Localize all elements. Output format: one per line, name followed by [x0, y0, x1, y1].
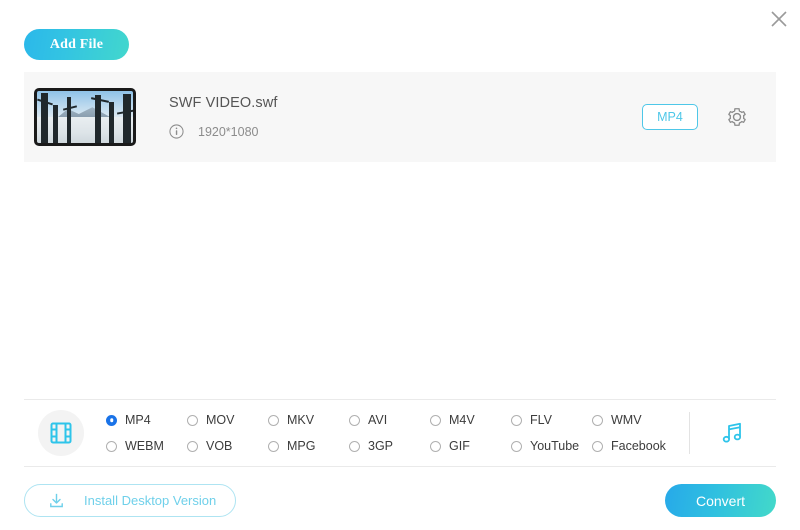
format-option-3gp[interactable]: 3GP — [349, 439, 430, 453]
format-option-youtube[interactable]: YouTube — [511, 439, 592, 453]
format-radio-grid: MP4 MOV MKV AVI M4V FLV — [106, 407, 689, 459]
audio-formats-tab[interactable] — [712, 413, 752, 453]
radio-button[interactable] — [106, 415, 117, 426]
radio-button[interactable] — [592, 415, 603, 426]
radio-button[interactable] — [268, 441, 279, 452]
format-option-m4v[interactable]: M4V — [430, 413, 511, 427]
thumbnail-tree — [67, 97, 71, 143]
file-details: SWF VIDEO.swf 1920*1080 — [169, 95, 642, 139]
format-option-avi[interactable]: AVI — [349, 413, 430, 427]
radio-button[interactable] — [430, 441, 441, 452]
format-option-label: Facebook — [611, 439, 666, 453]
thumbnail-tree — [123, 94, 131, 143]
radio-button[interactable] — [511, 441, 522, 452]
video-formats-tab[interactable] — [38, 410, 84, 456]
format-option-label: FLV — [530, 413, 552, 427]
format-option-mpg[interactable]: MPG — [268, 439, 349, 453]
gear-icon — [726, 106, 748, 128]
radio-button[interactable] — [268, 415, 279, 426]
radio-button[interactable] — [511, 415, 522, 426]
format-option-label: MPG — [287, 439, 315, 453]
radio-button[interactable] — [187, 441, 198, 452]
radio-button[interactable] — [106, 441, 117, 452]
format-option-mkv[interactable]: MKV — [268, 413, 349, 427]
film-strip-icon — [48, 420, 74, 446]
add-file-button[interactable]: Add File — [24, 29, 129, 60]
format-option-label: GIF — [449, 439, 470, 453]
format-option-label: VOB — [206, 439, 232, 453]
radio-button[interactable] — [349, 441, 360, 452]
format-option-gif[interactable]: GIF — [430, 439, 511, 453]
format-option-label: WEBM — [125, 439, 164, 453]
video-thumbnail — [34, 88, 136, 146]
format-option-label: 3GP — [368, 439, 393, 453]
format-option-label: M4V — [449, 413, 475, 427]
file-settings-button[interactable] — [724, 104, 750, 130]
close-window-button[interactable] — [764, 4, 794, 34]
format-option-mov[interactable]: MOV — [187, 413, 268, 427]
format-option-label: MKV — [287, 413, 314, 427]
file-resolution: 1920*1080 — [198, 125, 258, 139]
format-option-label: MP4 — [125, 413, 151, 427]
format-option-label: YouTube — [530, 439, 579, 453]
convert-button[interactable]: Convert — [665, 484, 776, 517]
download-icon — [47, 491, 66, 510]
format-option-webm[interactable]: WEBM — [106, 439, 187, 453]
format-option-label: MOV — [206, 413, 234, 427]
format-option-wmv[interactable]: WMV — [592, 413, 673, 427]
radio-button[interactable] — [349, 415, 360, 426]
file-list-row[interactable]: SWF VIDEO.swf 1920*1080 MP4 — [24, 72, 776, 162]
format-option-flv[interactable]: FLV — [511, 413, 592, 427]
format-option-mp4[interactable]: MP4 — [106, 413, 187, 427]
convert-label: Convert — [696, 493, 745, 509]
thumbnail-tree — [53, 105, 58, 143]
thumbnail-tree — [109, 102, 114, 143]
install-label: Install Desktop Version — [84, 493, 216, 508]
format-option-vob[interactable]: VOB — [187, 439, 268, 453]
add-file-label: Add File — [50, 37, 103, 53]
format-option-facebook[interactable]: Facebook — [592, 439, 673, 453]
radio-button[interactable] — [592, 441, 603, 452]
format-selection-panel: MP4 MOV MKV AVI M4V FLV — [24, 399, 776, 467]
radio-button[interactable] — [430, 415, 441, 426]
thumbnail-tree — [95, 95, 101, 143]
info-circle-icon — [169, 124, 184, 139]
radio-button[interactable] — [187, 415, 198, 426]
file-name: SWF VIDEO.swf — [169, 95, 642, 111]
music-note-icon — [718, 419, 746, 447]
thumbnail-snow — [37, 117, 133, 143]
close-icon — [769, 9, 789, 29]
output-format-badge[interactable]: MP4 — [642, 104, 698, 130]
swf-converter-window: Add File SWF VIDEO.swf — [0, 0, 800, 530]
install-desktop-version-button[interactable]: Install Desktop Version — [24, 484, 236, 517]
panel-divider — [689, 412, 690, 454]
format-option-label: AVI — [368, 413, 387, 427]
file-info-line: 1920*1080 — [169, 124, 642, 139]
format-option-label: WMV — [611, 413, 642, 427]
